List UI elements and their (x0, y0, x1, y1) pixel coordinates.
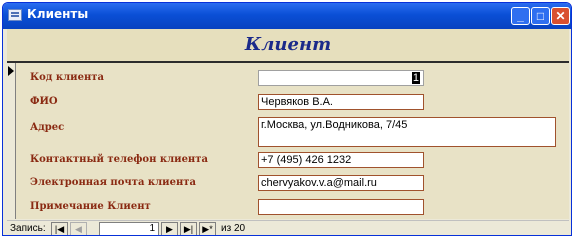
record-label: Запись: (10, 223, 46, 234)
form-title: Клиент (244, 34, 332, 55)
current-record-input[interactable]: 1 (99, 222, 159, 235)
first-record-button[interactable]: |◀ (51, 222, 68, 235)
note-field[interactable] (258, 199, 424, 215)
previous-record-button[interactable]: ◀ (70, 222, 87, 235)
phone-field[interactable]: +7 (495) 426 1232 (258, 152, 424, 168)
form-window-icon[interactable] (8, 9, 22, 21)
form-detail: Код клиента 1 ФИО Червяков В.А. Адрес г.… (16, 63, 569, 219)
title-bar[interactable]: Клиенты _ □ ✕ (3, 3, 571, 29)
new-record-button[interactable]: ▶* (199, 222, 216, 235)
phone-label: Контактный телефон клиента (30, 154, 208, 165)
next-record-button[interactable]: ▶ (161, 222, 178, 235)
minimize-button[interactable]: _ (511, 7, 530, 25)
form-header: Клиент (7, 29, 569, 63)
address-label: Адрес (30, 122, 65, 133)
window-title: Клиенты (27, 7, 89, 21)
record-navigation-bar: Запись: |◀ ◀ 1 ▶ ▶| ▶* из 20 (7, 220, 569, 235)
maximize-button[interactable]: □ (531, 7, 550, 25)
of-label: из (221, 223, 232, 234)
close-button[interactable]: ✕ (551, 7, 570, 25)
clients-form-window: Клиенты _ □ ✕ Клиент Код клиента 1 ФИО Ч… (2, 2, 572, 236)
email-label: Электронная почта клиента (30, 177, 196, 188)
client-code-label: Код клиента (30, 72, 104, 83)
full-name-label: ФИО (30, 96, 58, 107)
total-count: 20 (233, 223, 246, 234)
current-record-arrow-icon (8, 66, 14, 76)
note-label: Примечание Клиент (30, 201, 151, 212)
last-record-button[interactable]: ▶| (180, 222, 197, 235)
address-field[interactable]: г.Москва, ул.Водникова, 7/45 (258, 117, 556, 147)
record-total: из 20 (221, 223, 245, 234)
full-name-field[interactable]: Червяков В.А. (258, 94, 424, 110)
client-code-field[interactable]: 1 (258, 70, 424, 86)
record-selector[interactable] (7, 63, 16, 219)
email-field[interactable]: chervyakov.v.a@mail.ru (258, 175, 424, 191)
